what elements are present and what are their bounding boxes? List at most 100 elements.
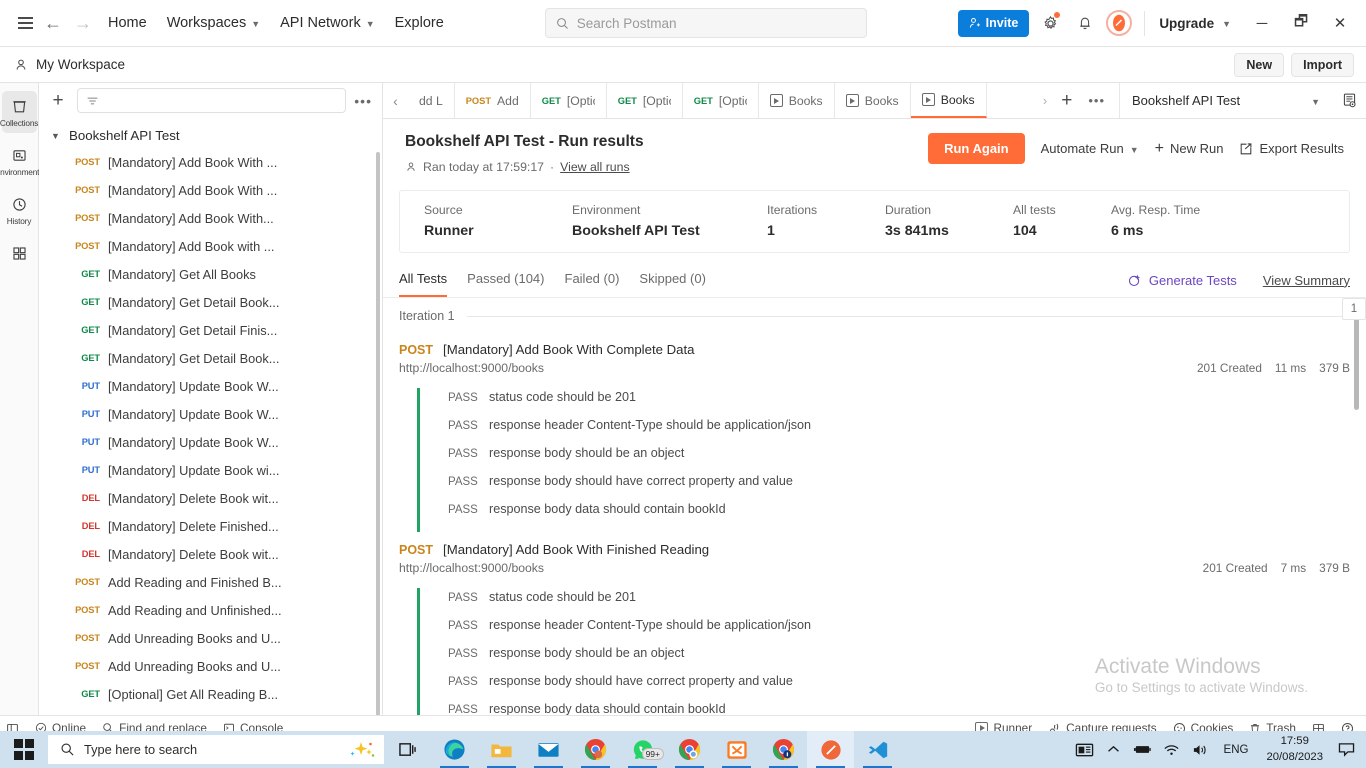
hamburger-icon[interactable] [12, 10, 38, 36]
request-item[interactable]: POST [Mandatory] Add Book With ... [39, 148, 382, 176]
request-item[interactable]: DEL [Mandatory] Delete Book wit... [39, 484, 382, 512]
battery-icon[interactable] [1129, 731, 1156, 768]
view-summary-link[interactable]: View Summary [1263, 273, 1350, 288]
nav-workspaces[interactable]: Workspaces ▼ [157, 9, 270, 37]
search-input[interactable]: Search Postman [544, 8, 867, 38]
filter-tab[interactable]: All Tests [399, 263, 448, 297]
collection-root-item[interactable]: ▼ Bookshelf API Test [39, 123, 382, 148]
request-item[interactable]: GET [Mandatory] Get All Books [39, 260, 382, 288]
environment-quick-look-button[interactable] [1332, 83, 1366, 118]
taskbar-edge-button[interactable] [431, 731, 478, 768]
clock[interactable]: 17:59 20/08/2023 [1258, 734, 1331, 765]
tabs-scroll-right-icon[interactable]: › [1039, 93, 1051, 108]
new-button[interactable]: New [1234, 52, 1285, 77]
tab-item[interactable]: Booksh [835, 83, 911, 118]
sidebar-item-collections[interactable]: Collections [0, 91, 38, 133]
settings-button[interactable] [1036, 9, 1064, 37]
request-item[interactable]: POST [Mandatory] Add Book With... [39, 204, 382, 232]
nav-api-network[interactable]: API Network ▼ [270, 9, 385, 37]
taskbar-search-input[interactable]: Type here to search [48, 735, 384, 764]
sidebar-item-environments[interactable]: Environments [0, 140, 43, 182]
request-item[interactable]: POST Add Reading and Finished B... [39, 568, 382, 596]
new-tab-button[interactable]: + [1055, 91, 1078, 110]
notifications-button[interactable] [1071, 9, 1099, 37]
result-request-name[interactable]: [Mandatory] Add Book With Complete Data [443, 342, 694, 357]
request-item[interactable]: DEL [Mandatory] Delete Finished... [39, 512, 382, 540]
view-all-runs-link[interactable]: View all runs [560, 160, 630, 174]
export-results-button[interactable]: Export Results [1239, 141, 1344, 156]
automate-run-button[interactable]: Automate Run ▼ [1041, 141, 1139, 156]
chrome-icon [584, 738, 607, 761]
taskbar-chrome-3-button[interactable] [760, 731, 807, 768]
add-collection-button[interactable]: + [47, 91, 69, 110]
run-again-button[interactable]: Run Again [928, 133, 1025, 164]
taskbar-vscode-button[interactable] [854, 731, 901, 768]
request-item[interactable]: GET [Mandatory] Get Detail Finis... [39, 316, 382, 344]
avatar[interactable] [1106, 10, 1133, 36]
back-arrow-icon[interactable]: ← [38, 8, 68, 38]
import-button[interactable]: Import [1291, 52, 1354, 77]
sidebar-more-button[interactable]: ••• [354, 93, 372, 109]
tab-item[interactable]: Booksh [759, 83, 835, 118]
minimize-icon[interactable]: ─ [1246, 8, 1278, 38]
language-indicator[interactable]: ENG [1216, 744, 1257, 756]
workspace-selector[interactable]: My Workspace [14, 57, 125, 72]
taskbar-postman-button[interactable] [807, 731, 854, 768]
sidebar-scrollbar[interactable] [376, 152, 380, 715]
collection-name: Bookshelf API Test [69, 128, 180, 143]
taskbar-chrome-2-button[interactable] [666, 731, 713, 768]
request-item[interactable]: POST Add Unreading Books and U... [39, 652, 382, 680]
request-item[interactable]: PUT [Mandatory] Update Book W... [39, 372, 382, 400]
tab-item[interactable]: GET [Option [683, 83, 759, 118]
action-center-icon[interactable] [1333, 731, 1360, 768]
taskbar-mail-button[interactable] [525, 731, 572, 768]
filter-tab[interactable]: Skipped (0) [639, 263, 705, 297]
new-run-button[interactable]: + New Run [1155, 140, 1224, 157]
wifi-icon[interactable] [1158, 731, 1185, 768]
news-weather-icon[interactable] [1071, 731, 1098, 768]
sidebar-item-apps[interactable] [2, 238, 37, 267]
request-item[interactable]: POST [Mandatory] Add Book With ... [39, 176, 382, 204]
show-hidden-icons-chevron-icon[interactable] [1100, 731, 1127, 768]
tab-options-button[interactable]: ••• [1082, 93, 1111, 108]
tab-item[interactable]: GET [Option [607, 83, 683, 118]
request-item[interactable]: POST [Mandatory] Add Book with ... [39, 232, 382, 260]
sidebar-item-history[interactable]: History [2, 189, 37, 231]
upgrade-button[interactable]: Upgrade ▼ [1144, 10, 1239, 36]
taskbar-xampp-button[interactable] [713, 731, 760, 768]
tab-item[interactable]: POST Add L [455, 83, 531, 118]
iteration-badge[interactable]: 1 [1342, 298, 1366, 320]
restore-icon[interactable]: 🗗 [1285, 8, 1317, 38]
nav-explore[interactable]: Explore [385, 9, 454, 37]
environment-selector[interactable]: Bookshelf API Test ▼ [1120, 83, 1332, 118]
tab-item[interactable]: GET [Option [531, 83, 607, 118]
task-view-button[interactable] [384, 731, 431, 768]
taskbar-file-explorer-button[interactable] [478, 731, 525, 768]
tabs-scroll-left-icon[interactable]: ‹ [383, 83, 408, 118]
filter-input[interactable] [77, 88, 347, 113]
taskbar-chrome-1-button[interactable] [572, 731, 619, 768]
request-item[interactable]: POST Add Unreading Books and U... [39, 624, 382, 652]
request-item[interactable]: GET [Optional] Get All Reading B... [39, 680, 382, 708]
request-item[interactable]: PUT [Mandatory] Update Book W... [39, 428, 382, 456]
invite-button[interactable]: Invite [957, 9, 1030, 37]
results-scrollbar[interactable] [1354, 314, 1359, 410]
request-item[interactable]: PUT [Mandatory] Update Book wi... [39, 456, 382, 484]
tab-item[interactable]: Booksh [910, 83, 987, 118]
tab-item[interactable]: dd L [408, 83, 455, 118]
volume-icon[interactable] [1187, 731, 1214, 768]
filter-tab[interactable]: Failed (0) [565, 263, 620, 297]
result-request-name[interactable]: [Mandatory] Add Book With Finished Readi… [443, 542, 709, 557]
request-item[interactable]: PUT [Mandatory] Update Book W... [39, 400, 382, 428]
request-item[interactable]: GET [Mandatory] Get Detail Book... [39, 344, 382, 372]
nav-home[interactable]: Home [98, 9, 157, 37]
generate-tests-button[interactable]: Generate Tests [1127, 273, 1237, 288]
request-item[interactable]: DEL [Mandatory] Delete Book wit... [39, 540, 382, 568]
request-item[interactable]: GET [Mandatory] Get Detail Book... [39, 288, 382, 316]
close-icon[interactable]: ✕ [1324, 8, 1356, 38]
filter-tab[interactable]: Passed (104) [467, 263, 544, 297]
forward-arrow-icon[interactable]: → [68, 8, 98, 38]
taskbar-whatsapp-button[interactable]: 99+ [619, 731, 666, 768]
start-button[interactable] [0, 731, 48, 768]
request-item[interactable]: POST Add Reading and Unfinished... [39, 596, 382, 624]
